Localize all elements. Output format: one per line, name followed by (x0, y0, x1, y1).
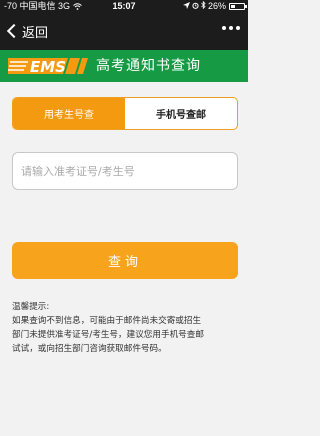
more-menu-icon[interactable] (222, 26, 240, 30)
query-button[interactable]: 查询 (12, 242, 238, 279)
ems-logo: EMS (8, 58, 88, 76)
bluetooth-icon (201, 0, 206, 12)
battery-percent: 26% (207, 1, 226, 11)
tips-line: 如果查询不到信息，可能由于邮件尚未交寄或招生 (12, 316, 202, 326)
tab-phone-number[interactable]: 手机号查邮 (125, 98, 237, 129)
location-icon (182, 0, 190, 12)
alarm-icon (192, 0, 199, 12)
chevron-left-icon (6, 23, 22, 39)
more-dot (236, 26, 240, 30)
more-dot (229, 26, 233, 30)
tab-exam-number[interactable]: 用考生号查 (13, 98, 125, 129)
page-title: 高考通知书查询 (96, 58, 201, 74)
more-dot (222, 26, 226, 30)
back-button[interactable]: 返回 (6, 21, 48, 41)
exam-number-input[interactable] (12, 152, 238, 190)
back-label: 返回 (22, 25, 49, 41)
header-banner: EMS 高考通知书查询 (0, 50, 248, 82)
battery-fill (231, 4, 235, 8)
status-bar: -70 中国电信 3G 15:07 26% (0, 0, 248, 12)
search-mode-tabs: 用考生号查 手机号查邮 (12, 97, 238, 130)
battery-icon (229, 2, 247, 10)
tips-heading: 温馨提示: (12, 302, 50, 312)
tips-line: 试试，或向招生部门咨询获取邮件号码。 (12, 344, 167, 354)
tips-line: 部门未提供准考证号/考生号，建议您用手机号查邮 (12, 330, 204, 340)
tips-section: 温馨提示: 如果查询不到信息，可能由于邮件尚未交寄或招生 部门未提供准考证号/考… (12, 300, 238, 356)
ems-logo-text: EMS (30, 58, 66, 76)
status-right-group: 26% (182, 0, 247, 12)
nav-bar: 返回 (0, 12, 248, 50)
